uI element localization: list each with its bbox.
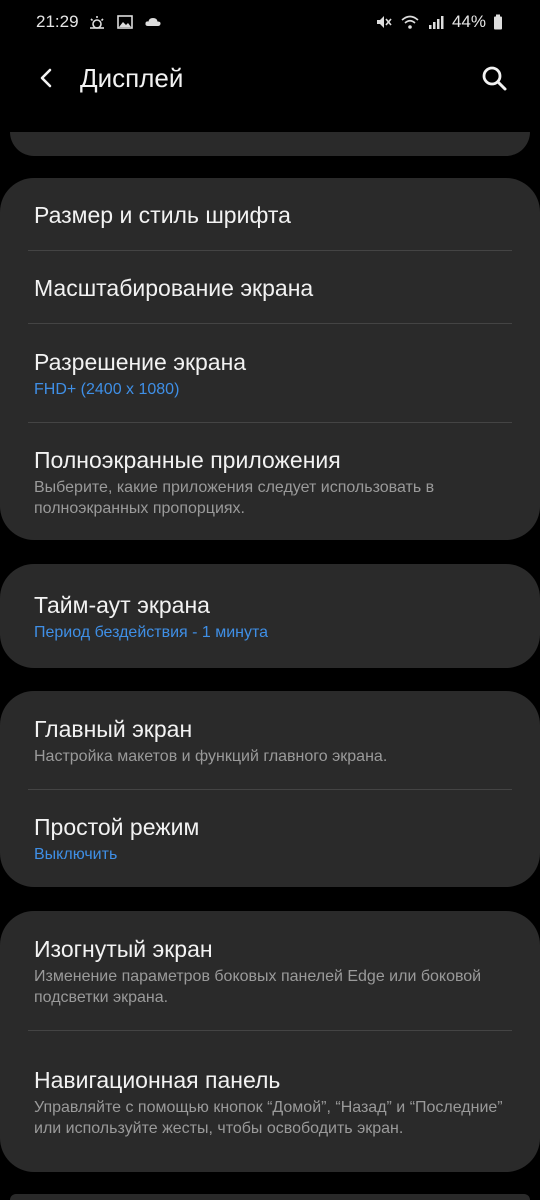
status-bar: 21:29 44% <box>0 0 540 44</box>
search-button[interactable] <box>476 60 512 96</box>
battery-percent: 44% <box>451 12 486 31</box>
screen-resolution-item[interactable]: Разрешение экрана FHD+ (2400 x 1080) <box>0 324 540 423</box>
settings-group-4: Изогнутый экран Изменение параметров бок… <box>0 911 540 1172</box>
item-subtitle: Период бездействия - 1 минута <box>34 623 269 641</box>
status-time: 21:29 <box>36 12 79 31</box>
page-title: Дисплей <box>80 63 184 93</box>
item-subtitle: Выключить <box>34 846 118 863</box>
settings-group-next <box>10 1194 530 1200</box>
item-title: Полноэкранные приложения <box>34 446 341 473</box>
gallery-icon <box>115 14 135 30</box>
easy-mode-item[interactable]: Простой режим Выключить <box>0 790 540 887</box>
item-title: Навигационная панель <box>34 1066 281 1093</box>
home-screen-item[interactable]: Главный экран Настройка макетов и функци… <box>0 691 540 790</box>
screen-zoom-item[interactable]: Масштабирование экрана <box>0 251 540 324</box>
item-subtitle: Изменение параметров боковых панелей Edg… <box>34 968 482 1006</box>
font-size-style-item[interactable]: Размер и стиль шрифта <box>0 178 540 251</box>
edge-screen-item[interactable]: Изогнутый экран Изменение параметров бок… <box>0 911 540 1031</box>
weather-icon <box>87 14 107 30</box>
app-header: Дисплей <box>0 48 540 108</box>
status-right: 44% <box>374 12 504 32</box>
status-left: 21:29 <box>36 12 163 32</box>
item-title: Тайм-аут экрана <box>34 591 210 618</box>
screen-timeout-item[interactable]: Тайм-аут экрана Период бездействия - 1 м… <box>0 564 540 668</box>
item-subtitle: Настройка макетов и функций главного экр… <box>34 748 388 765</box>
settings-group-2: Тайм-аут экрана Период бездействия - 1 м… <box>0 564 540 668</box>
full-screen-apps-item[interactable]: Полноэкранные приложения Выберите, какие… <box>0 423 540 540</box>
battery-icon <box>492 14 504 30</box>
item-title: Масштабирование экрана <box>34 274 314 301</box>
scrolled-card-bottom <box>10 132 530 156</box>
navigation-bar-item[interactable]: Навигационная панель Управляйте с помощь… <box>0 1031 540 1172</box>
settings-group-1: Размер и стиль шрифта Масштабирование эк… <box>0 178 540 540</box>
item-title: Простой режим <box>34 814 200 840</box>
signal-icon <box>426 14 446 30</box>
cloud-icon <box>143 14 163 30</box>
settings-group-3: Главный экран Настройка макетов и функци… <box>0 691 540 887</box>
back-arrow-icon <box>40 68 52 88</box>
item-subtitle: Выберите, какие приложения следует испол… <box>34 478 435 517</box>
item-title: Главный экран <box>34 716 193 742</box>
search-icon <box>482 66 507 91</box>
wifi-icon <box>400 14 420 30</box>
item-title: Изогнутый экран <box>34 936 213 962</box>
item-title: Разрешение экрана <box>34 349 247 375</box>
item-title: Размер и стиль шрифта <box>34 201 291 228</box>
item-subtitle: Управляйте с помощью кнопок “Домой”, “На… <box>34 1098 503 1137</box>
mute-icon <box>374 14 394 30</box>
back-button[interactable] <box>30 62 62 94</box>
item-subtitle: FHD+ (2400 x 1080) <box>34 381 180 398</box>
